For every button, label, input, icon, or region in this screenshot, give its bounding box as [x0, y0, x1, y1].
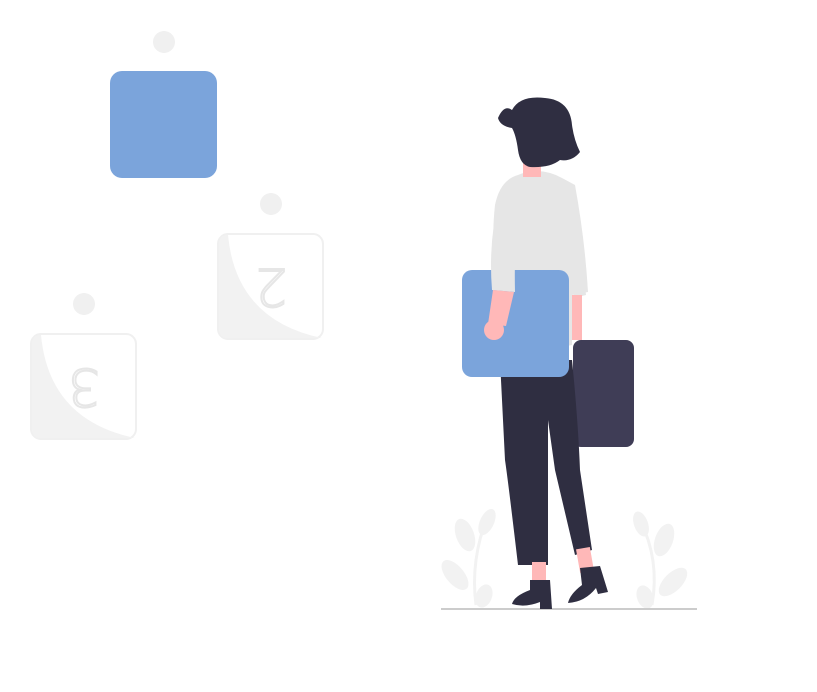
card-3-numeral: 3	[67, 356, 100, 416]
card-3-pin	[73, 293, 95, 315]
held-card	[462, 270, 569, 377]
person-right-shoe	[568, 566, 608, 603]
card-1	[110, 31, 217, 178]
card-2: 2	[217, 193, 324, 340]
plant-left	[441, 508, 496, 608]
person-left-shoe	[512, 580, 552, 609]
plant-right	[633, 511, 688, 609]
card-2-numeral: 2	[254, 256, 287, 316]
card-1-square	[110, 71, 217, 178]
card-3: 3	[30, 293, 137, 440]
person-hair	[498, 97, 580, 168]
card-1-pin	[153, 31, 175, 53]
card-2-pin	[260, 193, 282, 215]
illustration-canvas: 2 3	[30, 31, 697, 610]
briefcase	[573, 340, 634, 447]
